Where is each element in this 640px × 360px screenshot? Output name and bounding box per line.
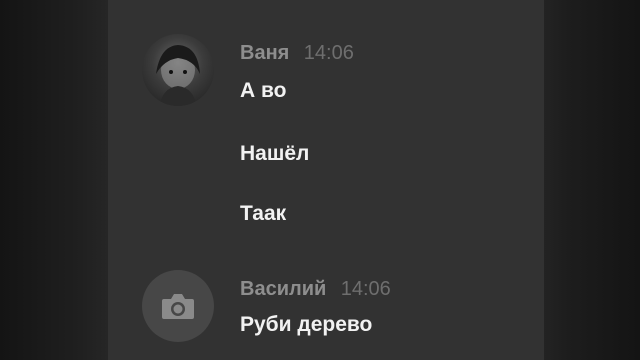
chat-panel[interactable]: Ваня 14:06 А во Нашёл Таак Василий 14:06… [108,0,544,360]
camera-icon [162,294,194,319]
right-backdrop [544,0,640,360]
message-text: Нашёл [240,142,310,165]
author-name[interactable]: Василий [240,278,326,300]
left-backdrop [0,0,108,360]
message-timestamp: 14:06 [340,278,391,300]
user-avatar[interactable] [142,270,214,342]
message-header: Василий 14:06 [240,278,391,301]
message-text: Руби дерево [240,313,373,336]
message-group: Ваня 14:06 А во Нашёл Таак [108,0,544,250]
message-text: А во [240,79,287,102]
message-timestamp: 14:06 [303,42,354,64]
message-group: Василий 14:06 Руби дерево [108,250,544,360]
user-avatar[interactable] [142,34,214,106]
message-text: Таак [240,202,287,225]
screen: Ваня 14:06 А во Нашёл Таак Василий 14:06… [0,0,640,360]
user-photo-icon [156,45,200,106]
author-name[interactable]: Ваня [240,42,289,64]
message-header: Ваня 14:06 [240,42,354,65]
